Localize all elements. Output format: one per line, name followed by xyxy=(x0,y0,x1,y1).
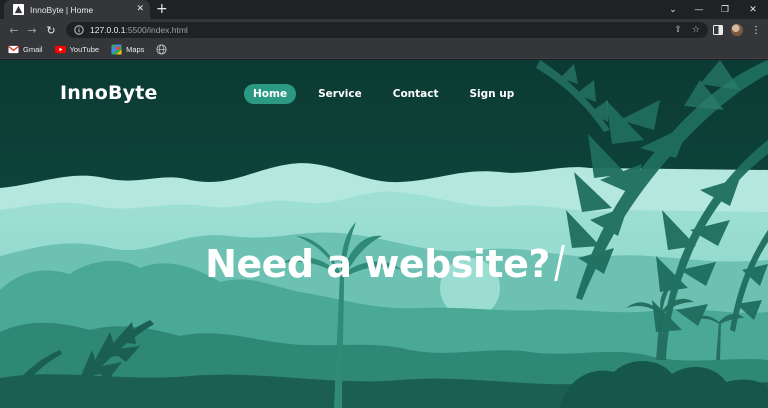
bookmarks-bar: Gmail YouTube Maps xyxy=(0,41,768,59)
nav-contact[interactable]: Contact xyxy=(384,84,448,104)
back-icon[interactable]: ← xyxy=(6,19,22,41)
tab-close-icon[interactable]: ✕ xyxy=(136,5,144,14)
close-window-icon[interactable]: ✕ xyxy=(740,0,766,19)
hero-section: Need a website? xyxy=(0,242,768,286)
side-panel-icon[interactable] xyxy=(713,25,723,35)
browser-tabstrip: InnoByte | Home ✕ + ⌄ — ❐ ✕ xyxy=(0,0,768,19)
site-info-icon[interactable] xyxy=(74,25,84,35)
bookmark-gmail[interactable]: Gmail xyxy=(8,44,43,55)
bookmark-youtube[interactable]: YouTube xyxy=(54,44,99,55)
forward-icon[interactable]: → xyxy=(24,19,40,41)
reload-icon[interactable]: ↻ xyxy=(43,19,59,41)
nav-service[interactable]: Service xyxy=(309,84,371,104)
url-host: 127.0.0.1 xyxy=(90,25,126,35)
main-menu: Home Service Contact Sign up xyxy=(244,84,536,104)
nav-home[interactable]: Home xyxy=(244,84,297,104)
globe-icon xyxy=(156,44,167,55)
bookmark-maps[interactable]: Maps xyxy=(111,44,144,55)
browser-tab[interactable]: InnoByte | Home ✕ xyxy=(4,0,150,19)
page-viewport: InnoByte Home Service Contact Sign up Ne… xyxy=(0,60,768,408)
tab-search-chevron-icon[interactable]: ⌄ xyxy=(660,0,686,19)
browser-toolbar: ← → ↻ 127.0.0.1:5500/index.html ⇪ ☆ ⋮ xyxy=(0,19,768,41)
site-navbar: InnoByte Home Service Contact Sign up xyxy=(0,60,768,130)
menu-kebab-icon[interactable]: ⋮ xyxy=(750,19,762,41)
share-icon[interactable]: ⇪ xyxy=(674,25,682,35)
nav-sign-up[interactable]: Sign up xyxy=(460,84,523,104)
minimize-icon[interactable]: — xyxy=(686,0,712,19)
new-tab-icon[interactable]: + xyxy=(156,1,168,17)
gmail-icon xyxy=(8,45,19,54)
site-favicon-icon xyxy=(13,4,24,15)
bookmark-globe[interactable] xyxy=(156,44,171,55)
typing-caret xyxy=(554,245,565,281)
url-path: :5500/index.html xyxy=(125,25,188,35)
tab-title: InnoByte | Home xyxy=(30,4,94,15)
site-logo[interactable]: InnoByte xyxy=(60,82,158,104)
bookmark-star-icon[interactable]: ☆ xyxy=(692,25,700,35)
hero-title: Need a website? xyxy=(205,242,550,286)
restore-icon[interactable]: ❐ xyxy=(712,0,738,19)
maps-icon xyxy=(111,44,122,55)
profile-avatar[interactable] xyxy=(731,24,743,36)
youtube-icon xyxy=(54,45,66,54)
address-bar[interactable]: 127.0.0.1:5500/index.html ⇪ ☆ xyxy=(66,22,708,38)
